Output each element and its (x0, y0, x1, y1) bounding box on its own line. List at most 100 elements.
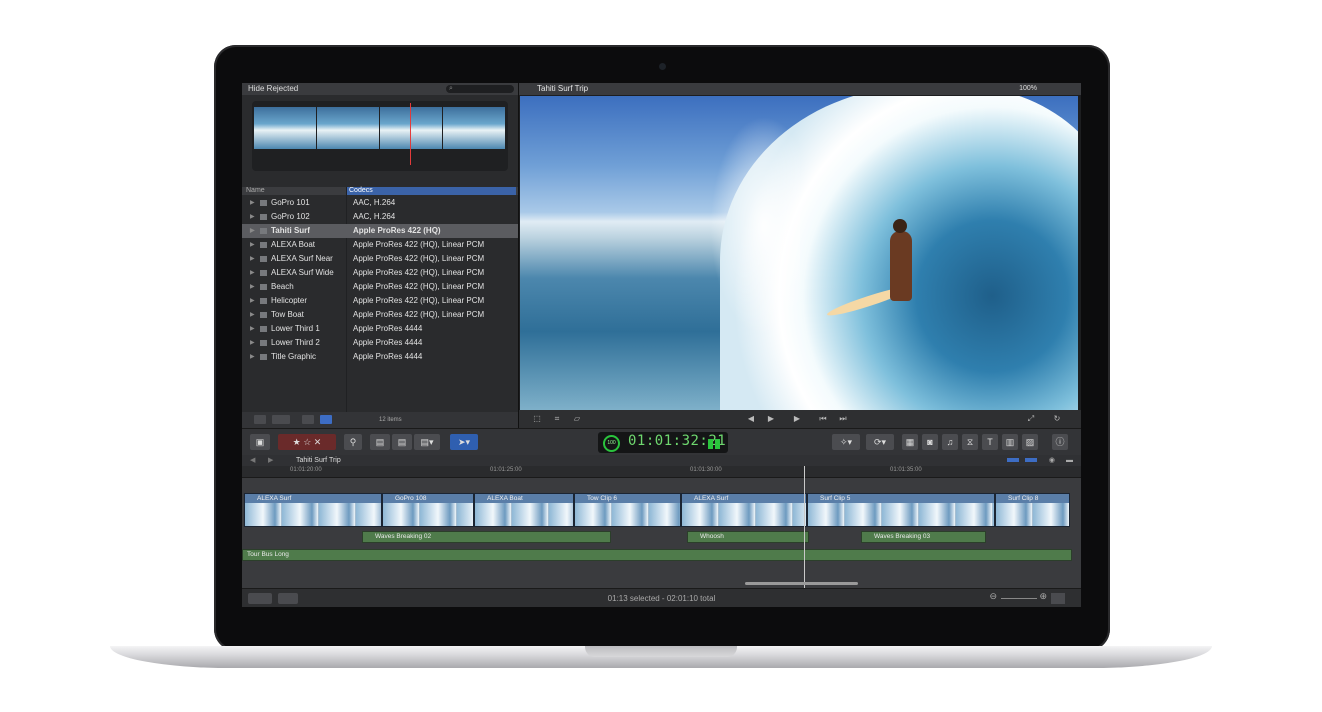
back-icon[interactable]: ◀ (250, 455, 255, 466)
audio-clip[interactable]: Whoosh (687, 531, 809, 543)
disclosure-icon[interactable]: ▶ (250, 336, 255, 350)
clip-row[interactable]: ▶ Lower Third 1 Apple ProRes 4444 (242, 322, 518, 336)
clip-row[interactable]: ▶ Tow Boat Apple ProRes 422 (HQ), Linear P… (242, 308, 518, 322)
playhead[interactable] (804, 466, 805, 588)
crop-icon[interactable]: ⌗ (551, 414, 563, 424)
skimmer[interactable] (410, 103, 411, 165)
loop-icon[interactable]: ↻ (1051, 414, 1063, 424)
filter-dropdown[interactable]: Hide Rejected (248, 84, 298, 93)
audio-clip[interactable]: Waves Breaking 03 (861, 531, 986, 543)
inspector-icon[interactable]: ⓘ (1052, 434, 1068, 450)
list-view-button[interactable] (302, 415, 314, 424)
clip-icon (260, 298, 267, 304)
clip-row[interactable]: ▶ Helicopter Apple ProRes 422 (HQ), Linear… (242, 294, 518, 308)
search-input[interactable]: ⌕ (446, 85, 514, 93)
zoom-in-icon[interactable]: ⊕ (1039, 591, 1047, 602)
clip-row[interactable]: ▶ ALEXA Surf Near Apple ProRes 422 (HQ), L… (242, 252, 518, 266)
forward-icon[interactable]: ▶ (268, 455, 273, 466)
music-icon[interactable]: ♫ (942, 434, 958, 450)
disclosure-icon[interactable]: ▶ (250, 266, 255, 280)
dashboard: 100 01:01:32:21 (598, 432, 728, 453)
gear-icon[interactable] (272, 415, 290, 424)
audio-meter[interactable] (708, 439, 720, 449)
column-name[interactable]: Name (246, 187, 265, 195)
ruler[interactable]: 01:01:20:00 01:01:25:00 01:01:30:00 01:0… (242, 466, 1081, 478)
clip-row[interactable]: ▶ Beach Apple ProRes 422 (HQ), Linear PCM (242, 280, 518, 294)
progress-ring[interactable]: 100 (603, 435, 620, 452)
disclosure-icon[interactable]: ▶ (250, 238, 255, 252)
filmstrip[interactable] (252, 101, 508, 171)
timeline-scrollbar[interactable] (745, 582, 858, 585)
thumbnail (443, 107, 505, 149)
select-tool-button[interactable]: ➤▾ (450, 434, 478, 450)
distort-icon[interactable]: ▱ (571, 414, 583, 424)
clip-row[interactable]: ▶ Tahiti Surf Apple ProRes 422 (HQ) (242, 224, 518, 238)
play-icon[interactable]: ▶ (791, 414, 803, 424)
disclosure-icon[interactable]: ▶ (250, 294, 255, 308)
insert-clip-button[interactable]: ▤ (392, 434, 412, 450)
camera (659, 63, 666, 70)
rating-buttons[interactable]: ★ ☆ ✕ (278, 434, 336, 450)
timeline-settings-button[interactable] (1051, 593, 1065, 604)
retime-icon[interactable]: ⟳▾ (866, 434, 894, 450)
clip-codec: Apple ProRes 422 (HQ), Linear PCM (353, 240, 485, 249)
clip-row[interactable]: ▶ Title Graphic Apple ProRes 4444 (242, 350, 518, 364)
disclosure-icon[interactable]: ▶ (250, 280, 255, 294)
zoom-level[interactable]: 100% (1019, 83, 1037, 95)
filmstrip-view-button[interactable] (320, 415, 332, 424)
solo-icon[interactable]: ◉ (1049, 455, 1055, 466)
video-clip[interactable]: Tow Clip 6 (574, 493, 681, 527)
disclosure-icon[interactable]: ▶ (250, 210, 255, 224)
prev-frame-icon[interactable]: ◀ (745, 414, 757, 424)
video-clip[interactable]: ALEXA Boat (474, 493, 574, 527)
clip-appearance-icon[interactable] (1007, 458, 1019, 462)
title-icon[interactable]: T (982, 434, 998, 450)
next-edit-icon[interactable]: ⏭ (837, 414, 849, 424)
video-clip[interactable]: Surf Clip 5 (807, 493, 995, 527)
disclosure-icon[interactable]: ▶ (250, 224, 255, 238)
video-clip[interactable]: ALEXA Surf (681, 493, 807, 527)
transform-icon[interactable]: ⬚ (531, 414, 543, 424)
disclosure-icon[interactable]: ▶ (250, 252, 255, 266)
zoom-out-icon[interactable]: ⊖ (989, 591, 997, 602)
append-clip-button[interactable]: ▤▾ (414, 434, 440, 450)
clip-name: Helicopter (271, 296, 308, 305)
step-icon[interactable]: ▶ (765, 414, 777, 424)
photo-icon[interactable]: ◙ (922, 434, 938, 450)
clip-frames (808, 503, 994, 526)
disclosure-icon[interactable]: ▶ (250, 350, 255, 364)
connect-clip-button[interactable]: ▤ (370, 434, 390, 450)
sidebar-toggle-button[interactable] (254, 415, 266, 424)
clip-row[interactable]: ▶ ALEXA Boat Apple ProRes 422 (HQ), Linear… (242, 238, 518, 252)
timeline[interactable]: ALEXA Surf GoPro 108 ALEXA Boat Tow Clip… (242, 478, 1081, 588)
library-icon[interactable]: ▦ (902, 434, 918, 450)
zoom-slider[interactable] (1001, 598, 1037, 599)
audio-clip[interactable]: Waves Breaking 02 (362, 531, 611, 543)
disclosure-icon[interactable]: ▶ (250, 196, 255, 210)
enhance-icon[interactable]: ✧▾ (832, 434, 860, 450)
clip-row[interactable]: ▶ Lower Third 2 Apple ProRes 4444 (242, 336, 518, 350)
snapping-icon[interactable]: ▬ (1066, 455, 1073, 466)
clip-row[interactable]: ▶ GoPro 102 AAC, H.264 (242, 210, 518, 224)
viewer-controls: ⬚ ⌗ ▱ ◀ ▶ ▶ ⏮ ⏭ ⤢ ↻ (519, 410, 1081, 428)
theme-icon[interactable]: ▨ (1022, 434, 1038, 450)
keyword-icon[interactable]: ⚲ (344, 434, 362, 450)
disclosure-icon[interactable]: ▶ (250, 308, 255, 322)
video-clip[interactable]: GoPro 108 (382, 493, 474, 527)
clip-icon (260, 214, 267, 220)
generator-icon[interactable]: ▥ (1002, 434, 1018, 450)
transition-icon[interactable]: ⧖ (962, 434, 978, 450)
video-clip[interactable]: Surf Clip 8 (995, 493, 1070, 527)
column-codecs[interactable]: Codecs (346, 187, 516, 195)
clip-icon (260, 340, 267, 346)
import-icon[interactable]: ▣ (250, 434, 270, 450)
fullscreen-icon[interactable]: ⤢ (1025, 414, 1037, 424)
clip-row[interactable]: ▶ ALEXA Surf Wide Apple ProRes 422 (HQ), L… (242, 266, 518, 280)
disclosure-icon[interactable]: ▶ (250, 322, 255, 336)
browser-footer: 12 items (242, 412, 518, 428)
music-clip[interactable]: Tour Bus Long (242, 549, 1072, 561)
previous-edit-icon[interactable]: ⏮ (817, 414, 829, 424)
skimming-icon[interactable] (1025, 458, 1037, 462)
video-clip[interactable]: ALEXA Surf (244, 493, 382, 527)
clip-row[interactable]: ▶ GoPro 101 AAC, H.264 (242, 196, 518, 210)
